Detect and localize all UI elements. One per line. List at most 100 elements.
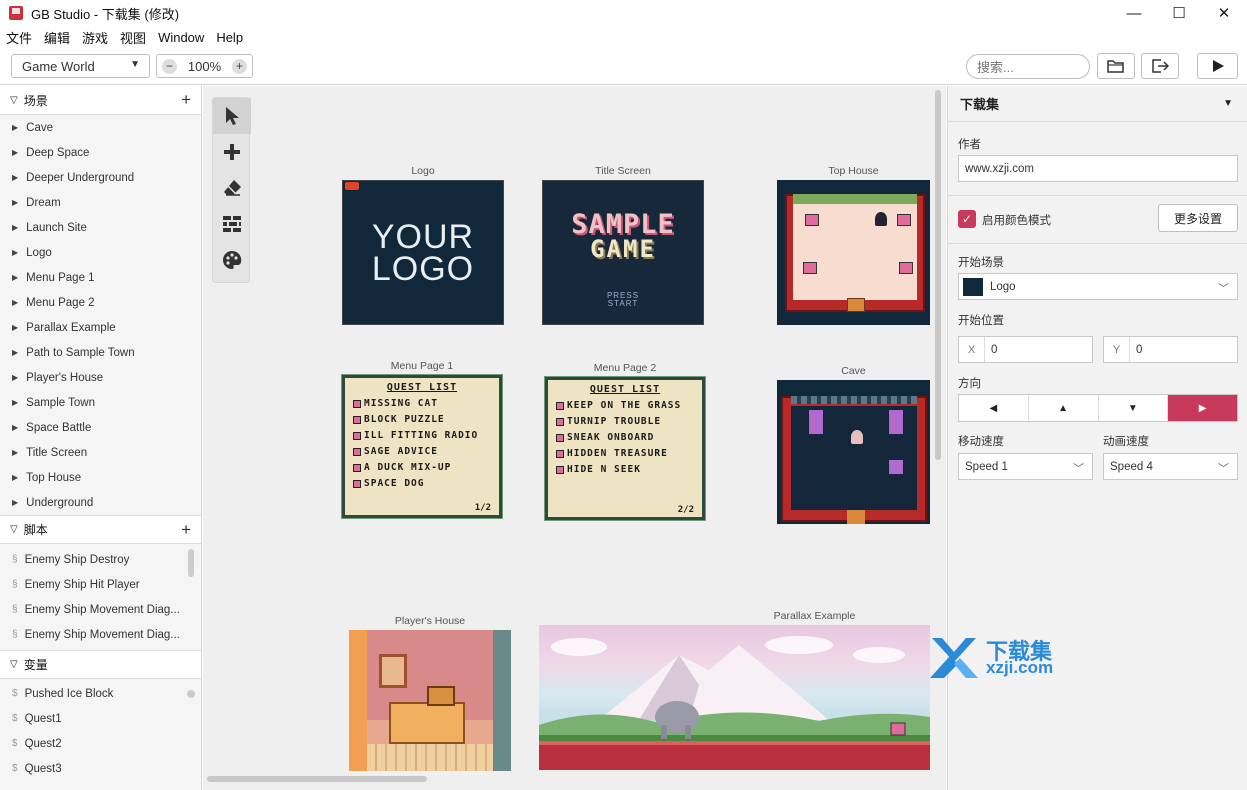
scene-name: Logo (26, 246, 52, 259)
menu-file[interactable]: 文件 (0, 28, 38, 47)
picture-frame (379, 654, 407, 688)
canvas-horizontal-scrollbar[interactable] (207, 776, 427, 782)
search-input[interactable]: 搜索... (966, 54, 1090, 79)
scene-list-item[interactable]: ▶ Underground (0, 490, 201, 515)
variables-section-header[interactable]: ▽ 变量 (0, 650, 201, 679)
export-button[interactable] (1141, 53, 1179, 79)
y-label: Y (1104, 337, 1130, 362)
scene-list-item[interactable]: ▶ Top House (0, 465, 201, 490)
direction-left-button[interactable]: ◀ (959, 395, 1029, 421)
scene-list-item[interactable]: ▶ Title Screen (0, 440, 201, 465)
dropdown-caret-icon[interactable]: ▼ (1223, 98, 1233, 109)
variable-list-item[interactable]: $ Pushed Ice Block (0, 681, 201, 706)
scene-name: Menu Page 1 (26, 271, 95, 284)
house-door (847, 298, 865, 312)
script-list-item[interactable]: § Enemy Ship Hit Player (0, 572, 201, 597)
start-y-field[interactable]: Y 0 (1103, 336, 1238, 363)
menu-edit[interactable]: 编辑 (38, 28, 76, 47)
anim-speed-select[interactable]: Speed 4 ﹀ (1103, 453, 1238, 480)
scene-parallax-example[interactable]: Parallax Example (539, 610, 930, 770)
add-script-button[interactable]: + (181, 520, 191, 540)
variable-icon: $ (12, 713, 18, 724)
minimize-button[interactable]: — (1111, 0, 1157, 26)
script-icon: § (12, 604, 18, 615)
move-speed-select[interactable]: Speed 1 ﹀ (958, 453, 1093, 480)
variable-list-item[interactable]: $ Quest1 (0, 706, 201, 731)
panel-header[interactable]: 下载集 ▼ (948, 86, 1247, 122)
scene-top-house[interactable]: Top House (777, 165, 930, 325)
script-icon: § (12, 629, 18, 640)
script-list-item[interactable]: § Enemy Ship Movement Diag... (0, 622, 201, 647)
zoom-in-button[interactable]: + (232, 58, 247, 74)
start-x-field[interactable]: X 0 (958, 336, 1093, 363)
collision-tool[interactable] (213, 206, 251, 242)
direction-down-button[interactable]: ▼ (1099, 395, 1169, 421)
scene-menu-page-1[interactable]: Menu Page 1 QUEST LIST MISSING CAT BLOCK … (341, 360, 503, 519)
scene-list-item[interactable]: ▶ Space Battle (0, 415, 201, 440)
actor-sprite (809, 410, 823, 434)
scene-list-item[interactable]: ▶ Sample Town (0, 390, 201, 415)
menu-game[interactable]: 游戏 (76, 28, 114, 47)
script-list-scrollbar[interactable] (188, 549, 194, 577)
actor-marker-icon (345, 182, 359, 190)
scene-list-item[interactable]: ▶ Player's House (0, 365, 201, 390)
canvas-vertical-scrollbar[interactable] (935, 90, 941, 460)
scene-list-item[interactable]: ▶ Logo (0, 240, 201, 265)
script-list-item[interactable]: § Enemy Ship Destroy (0, 547, 201, 572)
start-scene-select[interactable]: Logo ﹀ (958, 273, 1238, 300)
scene-list-item[interactable]: ▶ Cave (0, 115, 201, 140)
menu-bar: 文件 编辑 游戏 视图 Window Help (0, 26, 1247, 48)
add-scene-button[interactable]: + (181, 90, 191, 110)
variable-list-item[interactable]: $ Quest2 (0, 731, 201, 756)
scripts-section-header[interactable]: ▽ 脚本 + (0, 515, 201, 544)
author-field[interactable]: www.xzji.com (958, 155, 1238, 182)
scene-title-screen[interactable]: Title Screen SAMPLE GAME PRESS START (542, 165, 704, 325)
scene-players-house[interactable]: Player's House (349, 615, 511, 771)
divider (947, 243, 1247, 244)
menu-view[interactable]: 视图 (114, 28, 152, 47)
checkbox-icon (556, 418, 564, 426)
quest-name: MISSING CAT (364, 398, 438, 409)
direction-up-button[interactable]: ▲ (1029, 395, 1099, 421)
script-list-item[interactable]: § Enemy Ship Movement Diag... (0, 597, 201, 622)
scene-list-item[interactable]: ▶ Menu Page 1 (0, 265, 201, 290)
caret-right-icon: ▶ (12, 173, 19, 182)
close-button[interactable]: ✕ (1201, 0, 1247, 26)
run-button[interactable] (1197, 53, 1238, 79)
open-folder-button[interactable] (1097, 53, 1135, 79)
paint-tool[interactable] (213, 242, 251, 278)
caret-right-icon: ▶ (12, 373, 19, 382)
scene-list-item[interactable]: ▶ Deep Space (0, 140, 201, 165)
world-canvas[interactable]: Logo YOUR LOGO Title Screen SAMPLE GAME … (203, 86, 946, 790)
watermark-logo-icon (930, 638, 978, 678)
scene-list-item[interactable]: ▶ Dream (0, 190, 201, 215)
scene-list-item[interactable]: ▶ Path to Sample Town (0, 340, 201, 365)
select-tool[interactable] (213, 98, 251, 134)
scene-logo[interactable]: Logo YOUR LOGO (342, 165, 504, 325)
add-tool[interactable] (213, 134, 251, 170)
scene-name: Player's House (26, 371, 104, 384)
maximize-button[interactable]: ☐ (1156, 0, 1202, 26)
menu-window[interactable]: Window (152, 30, 210, 45)
scene-label: Parallax Example (773, 610, 856, 622)
scene-cave[interactable]: Cave (777, 365, 930, 524)
floorboards (367, 744, 493, 771)
scene-list-item[interactable]: ▶ Menu Page 2 (0, 290, 201, 315)
quest-name: A DUCK MIX-UP (364, 462, 452, 473)
scene-menu-page-2[interactable]: Menu Page 2 QUEST LIST KEEP ON THE GRASS… (544, 362, 706, 521)
menu-help[interactable]: Help (210, 30, 249, 45)
eraser-tool[interactable] (213, 170, 251, 206)
world-view-select[interactable]: Game World ▼ (11, 54, 150, 78)
scene-list-item[interactable]: ▶ Parallax Example (0, 315, 201, 340)
zoom-out-button[interactable]: − (162, 58, 177, 74)
variable-list-item[interactable]: $ Quest3 (0, 756, 201, 781)
more-settings-button[interactable]: 更多设置 (1158, 204, 1238, 232)
toolbar: Game World ▼ − 100% + 搜索... (0, 48, 1247, 85)
scene-list-item[interactable]: ▶ Deeper Underground (0, 165, 201, 190)
direction-right-button[interactable]: ▶ (1168, 395, 1237, 421)
scene-list-item[interactable]: ▶ Launch Site (0, 215, 201, 240)
scenes-section-header[interactable]: ▽ 场景 + (0, 86, 201, 115)
caret-right-icon: ▶ (12, 498, 19, 507)
color-mode-checkbox[interactable]: ✓ (958, 210, 976, 228)
watermark-url: xzji.com (986, 658, 1054, 677)
